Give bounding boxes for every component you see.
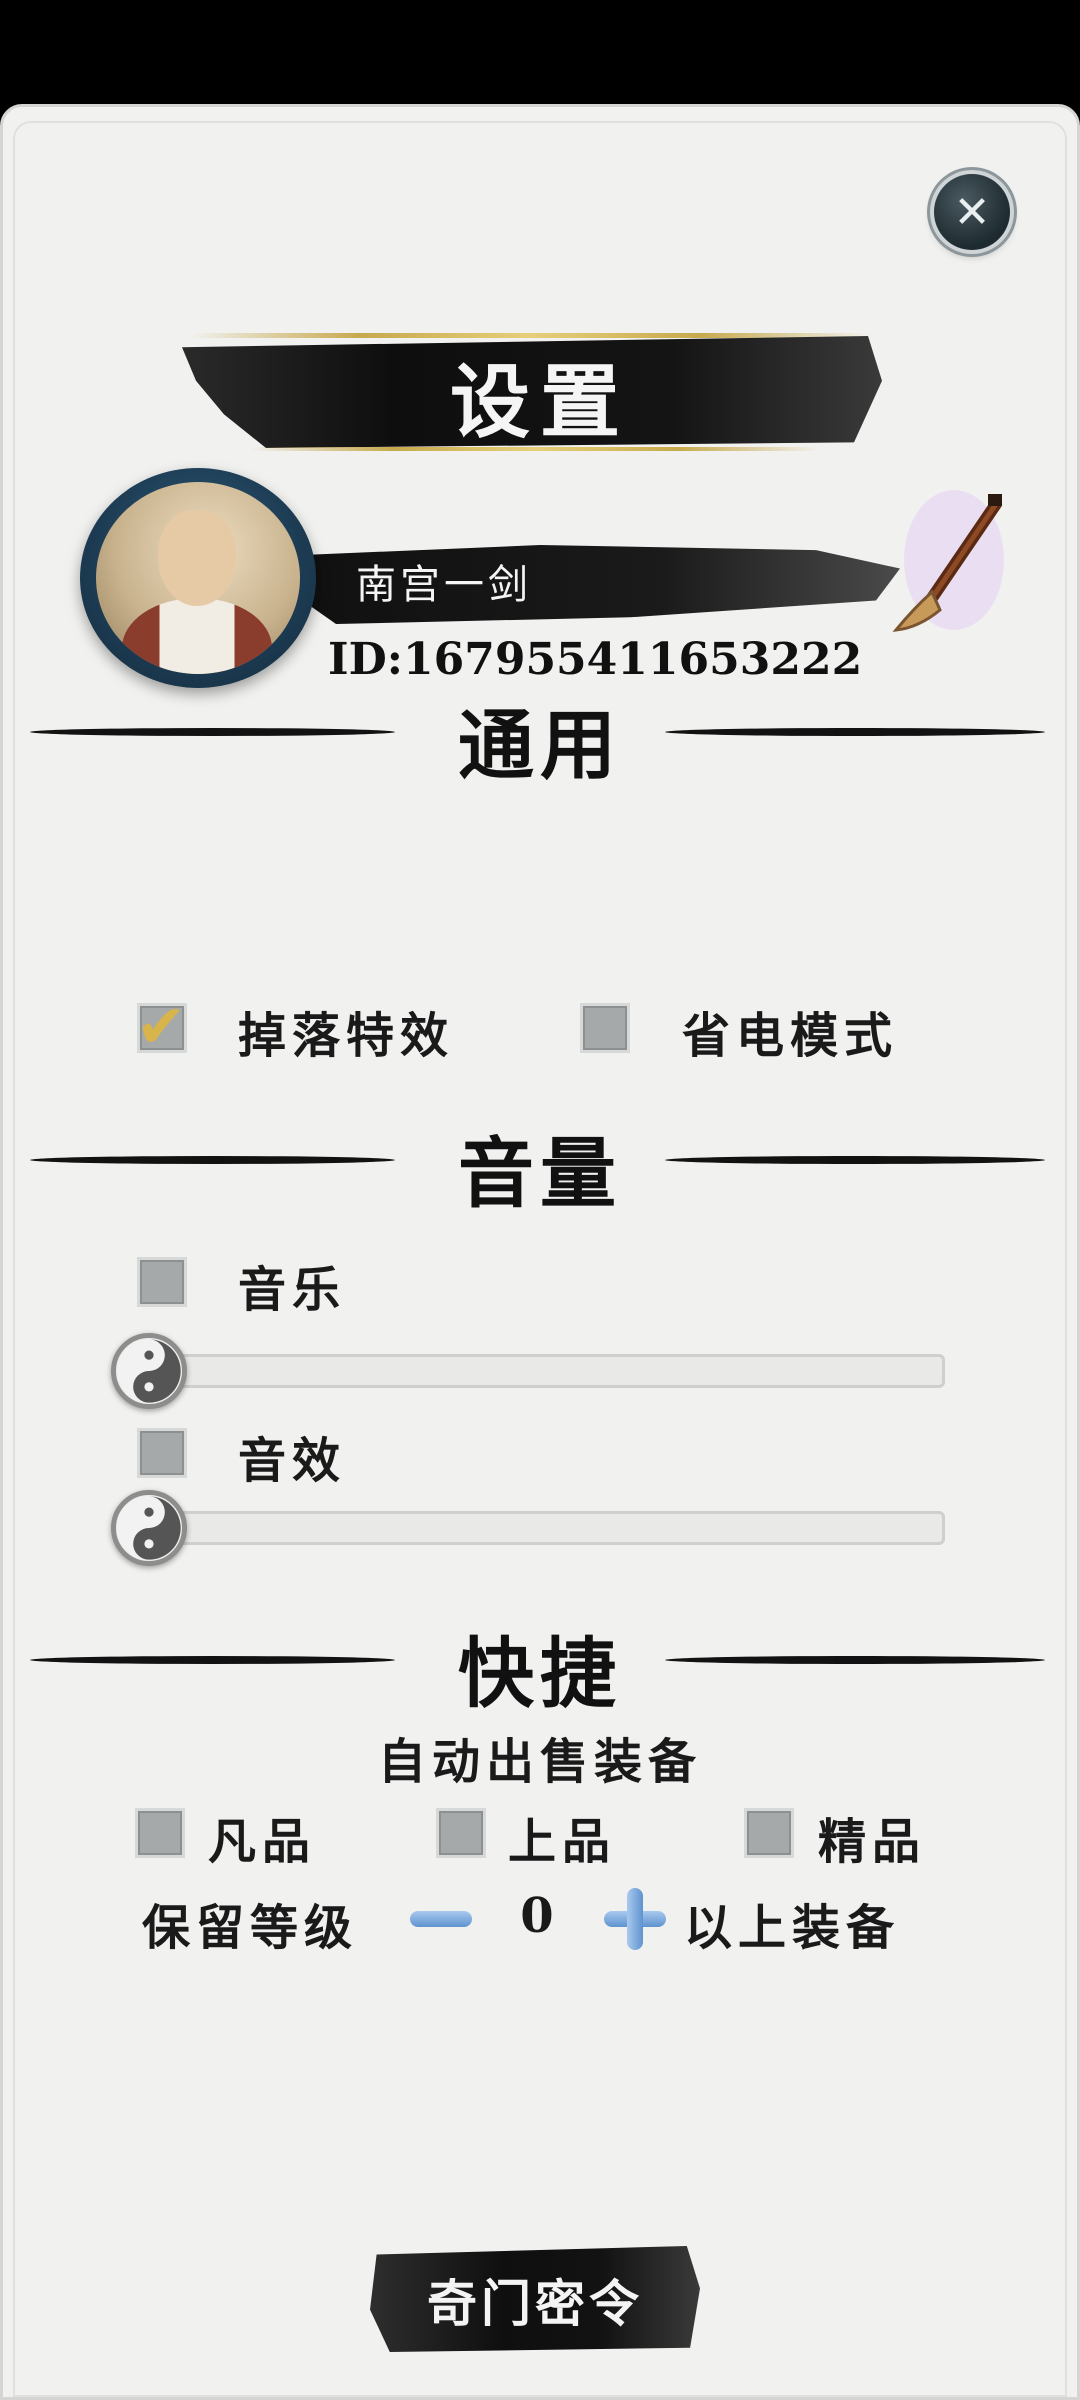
player-name: 南宫一剑 — [356, 562, 532, 608]
level-minus-button[interactable] — [410, 1888, 472, 1950]
monk-avatar-icon — [96, 482, 300, 674]
close-icon: ✕ — [953, 186, 991, 238]
player-id: ID:167955411653222 — [328, 634, 863, 685]
auto-sell-label: 自动出售装备 — [377, 1734, 702, 1790]
label-drop-effect: 掉落特效 — [238, 1008, 455, 1064]
keep-level-label: 保留等级 — [142, 1900, 359, 1956]
secret-command-button[interactable]: 奇门密令 — [370, 2264, 700, 2336]
label-grade-superior: 上品 — [508, 1814, 617, 1870]
section-title-volume: 音量 — [458, 1129, 622, 1218]
yin-yang-icon — [117, 1496, 181, 1560]
checkbox-grade-fine[interactable] — [744, 1808, 794, 1858]
label-grade-common: 凡品 — [208, 1814, 317, 1870]
page-title: 设置 — [450, 355, 630, 449]
avatar[interactable] — [80, 468, 316, 688]
brush-icon[interactable] — [884, 490, 1014, 640]
checkbox-music[interactable] — [137, 1257, 187, 1307]
label-sfx: 音效 — [238, 1433, 347, 1489]
label-power-save: 省电模式 — [682, 1008, 899, 1064]
sfx-slider[interactable] — [150, 1511, 945, 1545]
checkbox-grade-common[interactable] — [135, 1808, 185, 1858]
yin-yang-icon — [117, 1339, 181, 1403]
label-grade-fine: 精品 — [818, 1814, 927, 1870]
sfx-slider-knob[interactable] — [111, 1490, 187, 1566]
checkbox-sfx[interactable] — [137, 1428, 187, 1478]
check-icon: ✔ — [136, 992, 187, 1062]
section-title-general: 通用 — [458, 701, 622, 790]
music-slider-knob[interactable] — [111, 1333, 187, 1409]
checkbox-power-save[interactable] — [580, 1003, 630, 1053]
above-equipment-label: 以上装备 — [684, 1900, 901, 1956]
checkbox-grade-superior[interactable] — [436, 1808, 486, 1858]
section-title-shortcut: 快捷 — [458, 1629, 622, 1718]
close-button[interactable]: ✕ — [934, 174, 1010, 250]
minus-icon — [410, 1911, 472, 1927]
level-plus-button[interactable] — [604, 1888, 666, 1950]
checkbox-drop-effect[interactable]: ✔ — [136, 992, 187, 1062]
music-slider[interactable] — [150, 1354, 945, 1388]
keep-level-value: 0 — [520, 1888, 560, 1944]
label-music: 音乐 — [238, 1262, 347, 1318]
